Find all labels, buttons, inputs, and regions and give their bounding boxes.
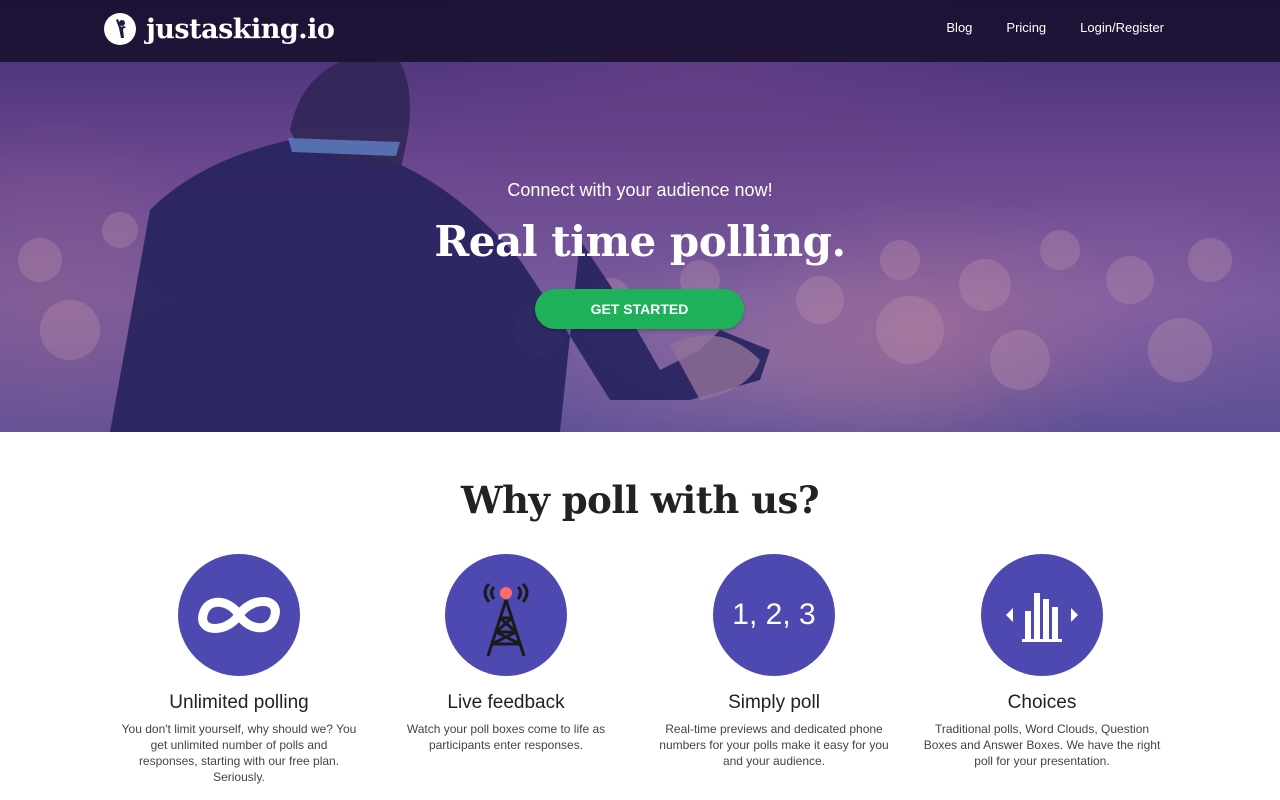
feature-description: Watch your poll boxes come to life as pa…: [406, 722, 606, 752]
bar-chart-carousel-icon: [981, 554, 1103, 676]
brand-name: justasking.io: [146, 13, 335, 45]
raised-hand-icon: [104, 13, 136, 45]
hero-section: justasking.io Blog Pricing Login/Registe…: [0, 0, 1280, 432]
feature-choices: Choices Traditional polls, Word Clouds, …: [917, 554, 1167, 769]
feature-description: You don't limit yourself, why should we?…: [121, 722, 357, 784]
nav-login-register-link[interactable]: Login/Register: [1080, 20, 1164, 35]
feature-description: Real-time previews and dedicated phone n…: [659, 722, 889, 768]
nav-links: Blog Pricing Login/Register: [912, 20, 1164, 35]
numbers-icon: 1, 2, 3: [713, 554, 835, 676]
navbar: justasking.io Blog Pricing Login/Registe…: [0, 0, 1280, 62]
feature-title: Live feedback: [447, 692, 565, 713]
feature-title: Choices: [1007, 692, 1077, 713]
feature-simply-poll: 1, 2, 3 Simply poll Real-time previews a…: [649, 554, 899, 769]
numbers-icon-text: 1, 2, 3: [732, 598, 816, 631]
feature-title: Unlimited polling: [169, 692, 309, 713]
infinity-icon: [178, 554, 300, 676]
brand-logo-link[interactable]: justasking.io: [104, 11, 335, 47]
broadcast-tower-icon: [445, 554, 567, 676]
feature-title: Simply poll: [728, 692, 820, 713]
feature-unlimited-polling: Unlimited polling You don't limit yourse…: [114, 554, 364, 785]
nav-pricing-link[interactable]: Pricing: [1006, 20, 1046, 35]
nav-blog-link[interactable]: Blog: [946, 20, 972, 35]
hero-tagline: Connect with your audience now!: [507, 180, 773, 200]
hero-headline: Real time polling.: [434, 217, 846, 266]
get-started-button[interactable]: GET STARTED: [535, 289, 744, 329]
hero-content: Connect with your audience now! Real tim…: [0, 180, 1280, 266]
section-title: Why poll with us?: [460, 478, 820, 522]
feature-live-feedback: Live feedback Watch your poll boxes come…: [381, 554, 631, 753]
feature-description: Traditional polls, Word Clouds, Question…: [923, 722, 1161, 768]
